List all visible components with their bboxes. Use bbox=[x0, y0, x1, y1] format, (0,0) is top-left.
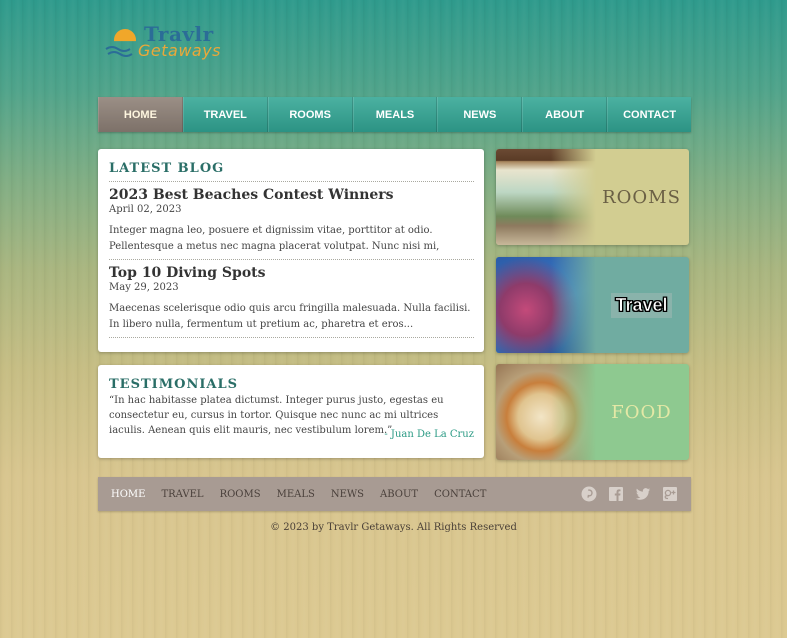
blog-post-title[interactable]: 2023 Best Beaches Contest Winners bbox=[109, 187, 474, 203]
nav-item-rooms[interactable]: ROOMS bbox=[267, 97, 353, 132]
blog-post-date: May 29, 2023 bbox=[109, 282, 179, 293]
food-photo bbox=[496, 364, 596, 460]
footer-nav: HOME TRAVEL ROOMS MEALS NEWS ABOUT CONTA… bbox=[98, 477, 691, 511]
nav-item-news[interactable]: NEWS bbox=[437, 97, 523, 132]
rooms-tile-label: ROOMS bbox=[602, 186, 681, 208]
testimonials-heading: TESTIMONIALS bbox=[109, 377, 239, 392]
divider bbox=[109, 181, 474, 182]
blog-post-excerpt: Maecenas scelerisque odio quis arcu frin… bbox=[109, 303, 471, 330]
food-tile[interactable]: FOOD bbox=[496, 364, 689, 460]
nav-item-home[interactable]: HOME bbox=[98, 97, 183, 132]
pinterest-icon[interactable] bbox=[581, 486, 597, 502]
blog-post-excerpt: Integer magna leo, posuere et dignissim … bbox=[109, 225, 440, 252]
blog-post-title[interactable]: Top 10 Diving Spots bbox=[109, 265, 474, 281]
divider bbox=[109, 337, 474, 338]
footer-item-meals[interactable]: MEALS bbox=[277, 489, 315, 500]
main-nav: HOME TRAVEL ROOMS MEALS NEWS ABOUT CONTA… bbox=[98, 97, 691, 132]
travel-photo bbox=[496, 257, 596, 353]
rooms-tile-label-box: ROOMS bbox=[594, 149, 689, 245]
footer-item-rooms[interactable]: ROOMS bbox=[220, 489, 261, 500]
footer-item-about[interactable]: ABOUT bbox=[380, 489, 418, 500]
facebook-icon[interactable] bbox=[608, 486, 624, 502]
rooms-photo bbox=[496, 149, 596, 245]
footer-item-news[interactable]: NEWS bbox=[331, 489, 364, 500]
rooms-tile[interactable]: ROOMS bbox=[496, 149, 689, 245]
nav-item-contact[interactable]: CONTACT bbox=[607, 97, 691, 132]
blog-post: 2023 Best Beaches Contest Winners April … bbox=[109, 187, 474, 257]
latest-blog-heading: LATEST BLOG bbox=[109, 161, 225, 176]
food-tile-label: FOOD bbox=[611, 401, 672, 423]
nav-item-travel[interactable]: TRAVEL bbox=[182, 97, 268, 132]
google-plus-icon[interactable] bbox=[662, 486, 678, 502]
social-links bbox=[570, 486, 678, 502]
latest-blog-panel: LATEST BLOG 2023 Best Beaches Contest Wi… bbox=[98, 149, 484, 352]
travel-tile-label: Travel bbox=[611, 292, 672, 318]
twitter-icon[interactable] bbox=[635, 486, 651, 502]
travel-tile-label-box: Travel bbox=[594, 257, 689, 353]
travel-tile[interactable]: Travel bbox=[496, 257, 689, 353]
logo-word-getaways: Getaways bbox=[138, 41, 222, 60]
site-logo[interactable]: Travlr Getaways bbox=[104, 22, 244, 66]
footer-item-travel[interactable]: TRAVEL bbox=[161, 489, 203, 500]
divider bbox=[109, 259, 474, 260]
footer-item-home[interactable]: HOME bbox=[111, 489, 145, 500]
blog-post-date: April 02, 2023 bbox=[109, 204, 182, 215]
copyright-text: © 2023 by Travlr Getaways. All Rights Re… bbox=[270, 522, 517, 533]
testimonials-panel: TESTIMONIALS “In hac habitasse platea di… bbox=[98, 365, 484, 458]
nav-item-meals[interactable]: MEALS bbox=[352, 97, 438, 132]
nav-item-about[interactable]: ABOUT bbox=[522, 97, 608, 132]
testimonial-author[interactable]: - Juan De La Cruz bbox=[384, 429, 474, 440]
footer-item-contact[interactable]: CONTACT bbox=[434, 489, 486, 500]
blog-post: Top 10 Diving Spots May 29, 2023 Maecena… bbox=[109, 265, 474, 335]
food-tile-label-box: FOOD bbox=[594, 364, 689, 460]
